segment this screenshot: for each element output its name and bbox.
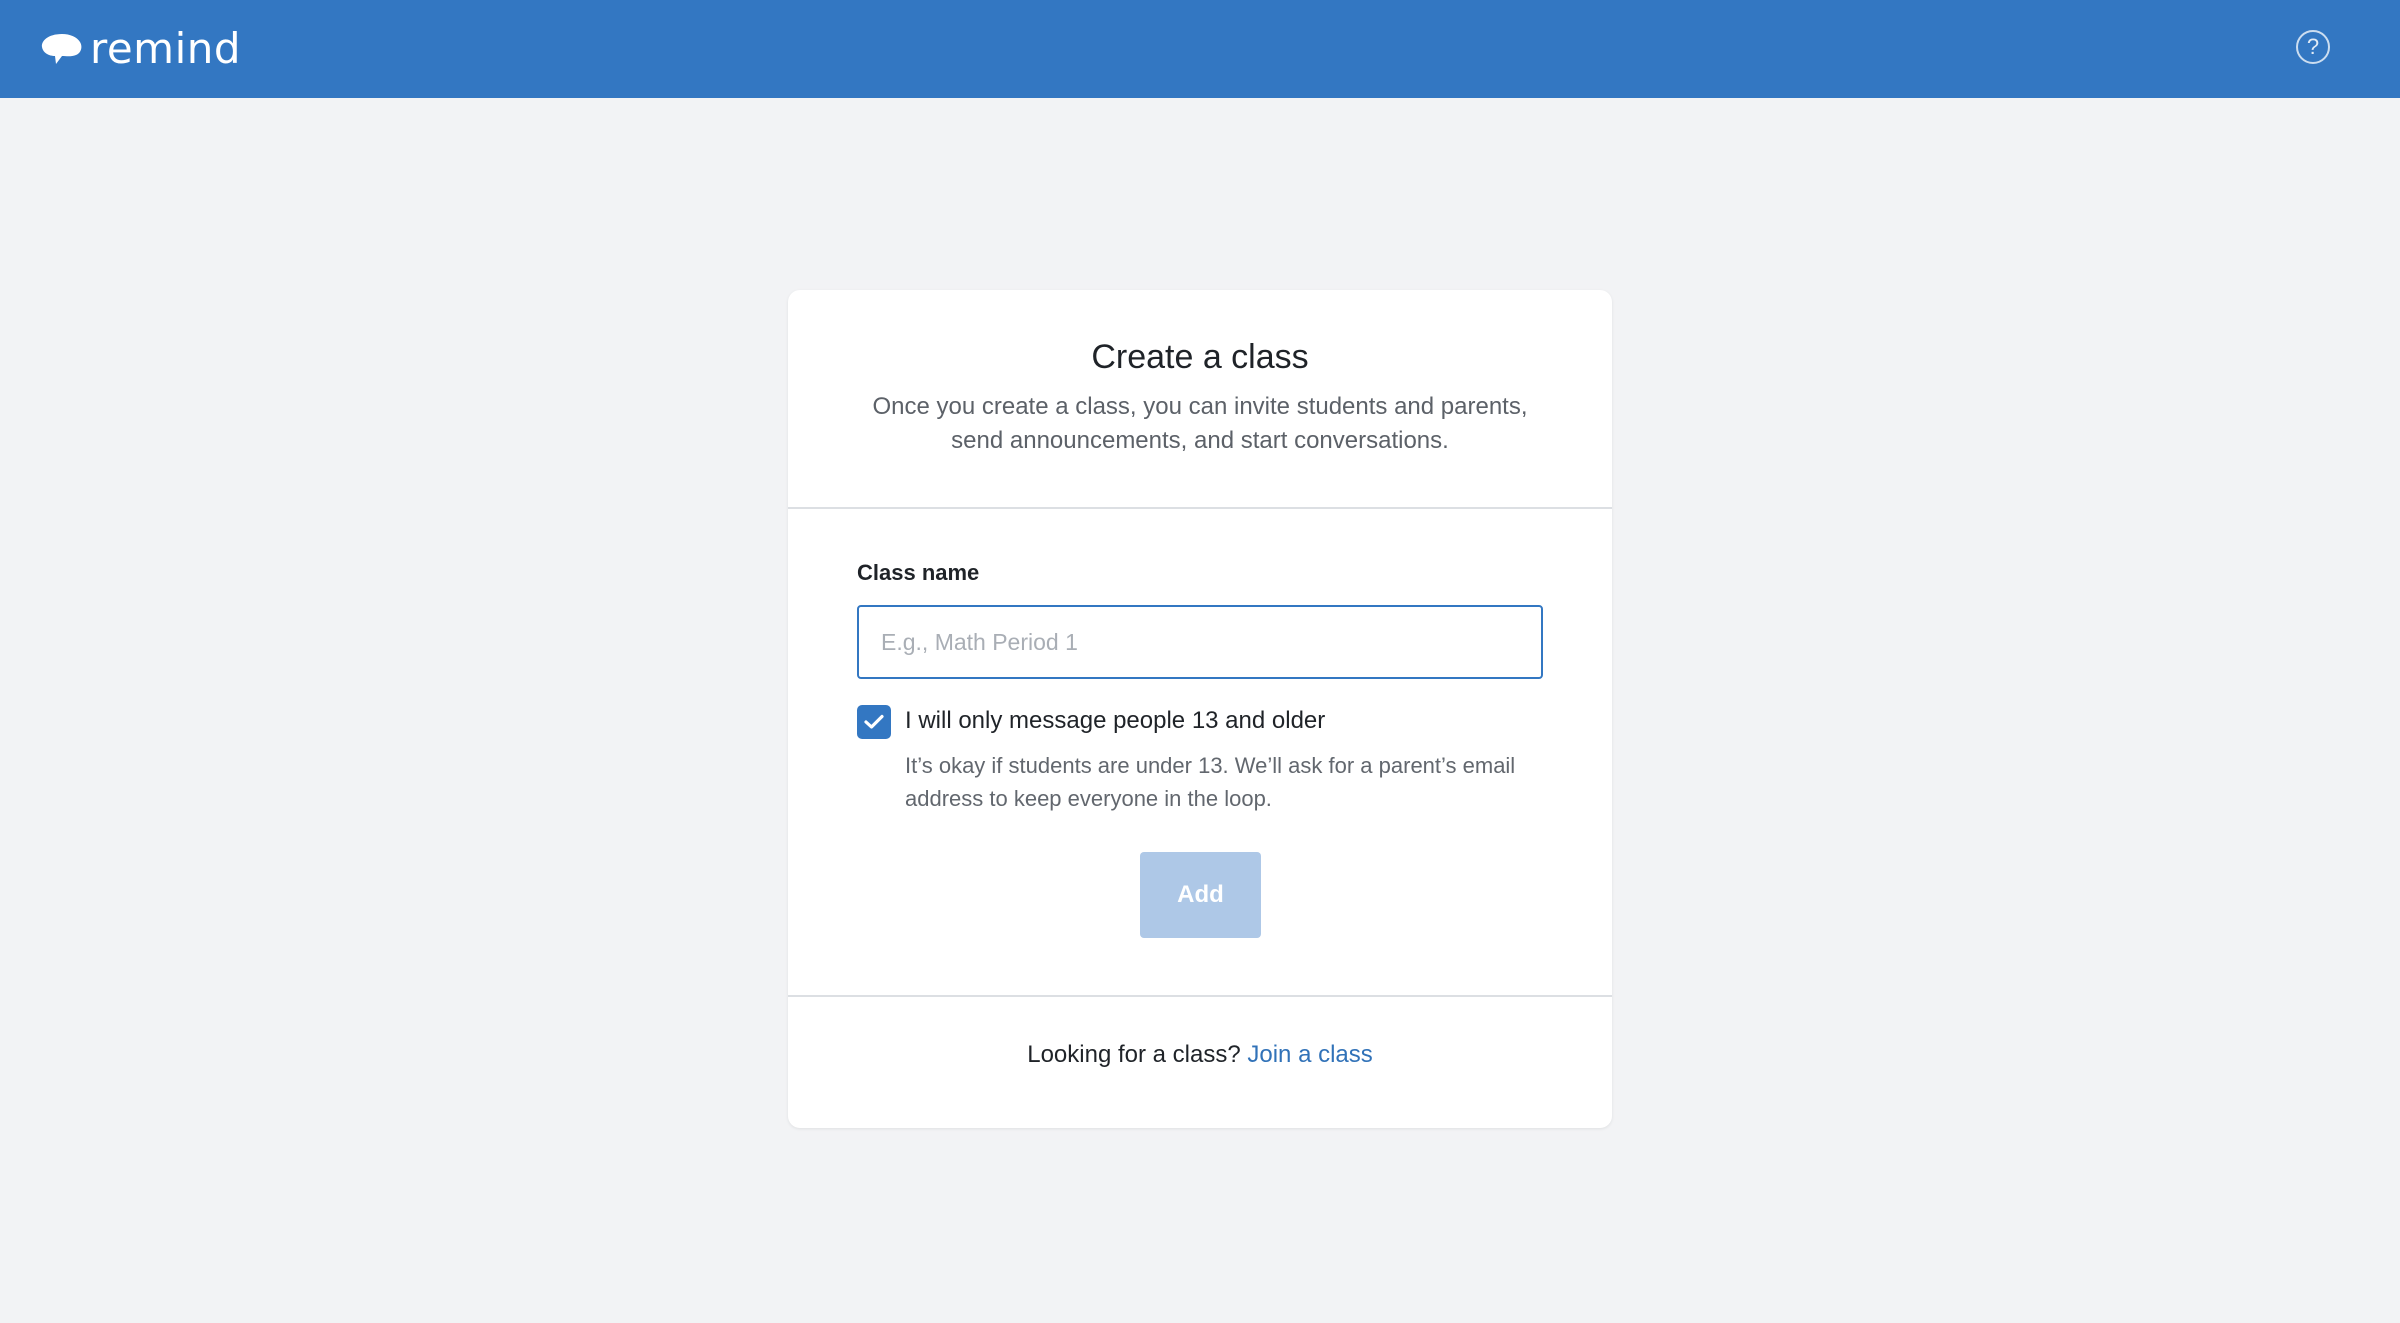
- brain-cloud-icon: [40, 31, 84, 67]
- question-circle-icon: ?: [2306, 34, 2320, 59]
- class-name-input[interactable]: [857, 605, 1543, 679]
- create-class-form: Class name I will only message people 13…: [788, 509, 1612, 1287]
- card-header: Create a class Once you create a class, …: [788, 290, 1612, 509]
- top-navigation-bar: remind ?: [0, 0, 2400, 98]
- add-button[interactable]: Add: [1140, 852, 1261, 938]
- join-class-prompt: Looking for a class? Join a class: [788, 1041, 1612, 1069]
- age-confirmation-help-text: It’s okay if students are under 13. We’l…: [905, 753, 1516, 811]
- join-class-prompt-text: Looking for a class?: [1027, 1041, 1241, 1068]
- remind-logo[interactable]: remind: [40, 24, 241, 74]
- checkmark-icon: [864, 714, 884, 729]
- brand-name: remind: [90, 24, 242, 73]
- age-confirmation-checkbox[interactable]: [857, 705, 891, 739]
- page-title: Create a class: [1091, 338, 1309, 376]
- join-class-link[interactable]: Join a class: [1247, 1041, 1372, 1068]
- class-name-label: Class name: [857, 560, 980, 585]
- create-class-card: Create a class Once you create a class, …: [788, 290, 1612, 1128]
- card-footer: Looking for a class? Join a class: [788, 995, 1612, 1128]
- page-description: Once you create a class, you can invite …: [872, 393, 1528, 454]
- age-confirmation-label[interactable]: I will only message people 13 and older: [905, 707, 1325, 735]
- help-button[interactable]: ?: [2296, 30, 2330, 64]
